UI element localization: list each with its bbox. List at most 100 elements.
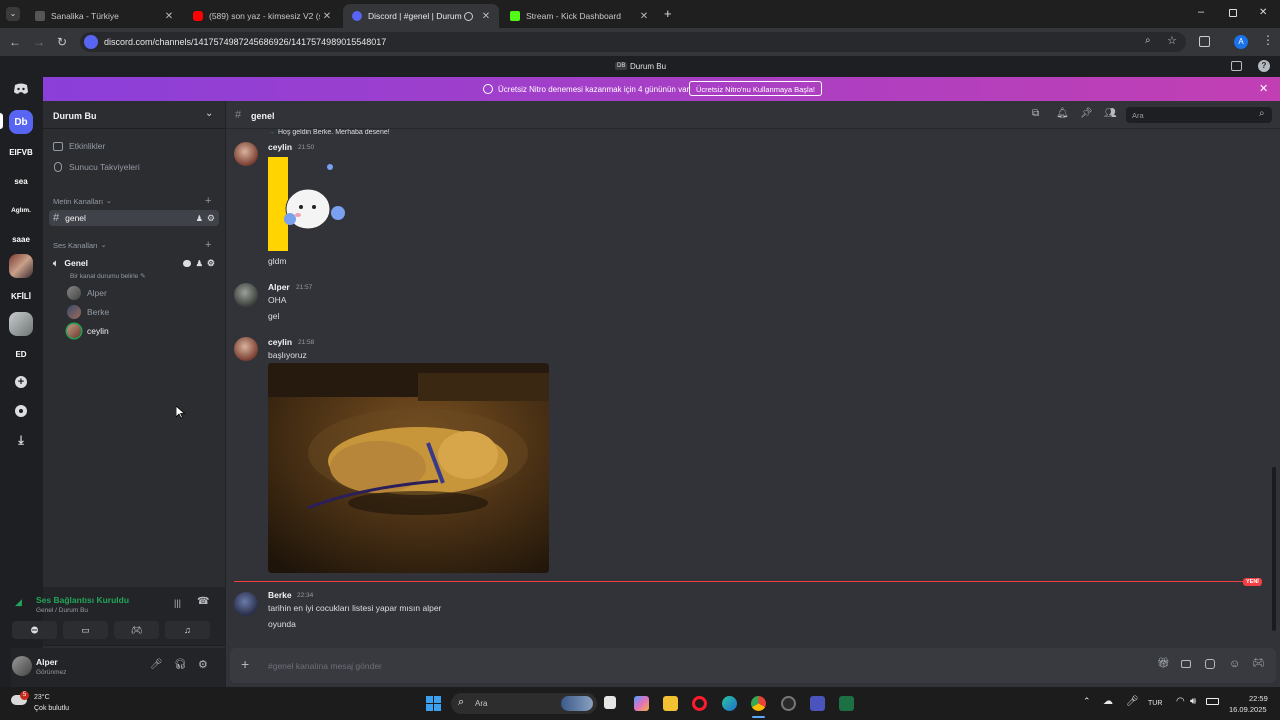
message-author[interactable]: Alper: [268, 282, 290, 292]
headphones-icon[interactable]: 🎧︎: [174, 659, 187, 670]
server-header[interactable]: Durum Bu ⌄: [43, 101, 225, 129]
message-author[interactable]: ceylin: [268, 142, 292, 152]
address-bar[interactable]: discord.com/channels/1417574987245686926…: [80, 32, 1186, 52]
discord-home-icon[interactable]: [9, 77, 33, 101]
close-tab-icon[interactable]: ✕: [479, 11, 493, 22]
minimize-button[interactable]: –: [1198, 6, 1204, 18]
channel-genel[interactable]: # genel ♟ ⚙: [49, 210, 219, 226]
add-server-icon[interactable]: +: [9, 370, 33, 394]
chat-bubble-icon[interactable]: [182, 259, 191, 267]
sticker-image[interactable]: [268, 157, 348, 251]
clock-time[interactable]: 22:59: [1249, 694, 1268, 703]
reload-button[interactable]: ↻: [55, 35, 69, 49]
message-input-placeholder[interactable]: #genel kanalına mesaj gönder: [268, 661, 382, 671]
excel-icon[interactable]: [839, 696, 854, 711]
attached-photo[interactable]: [268, 363, 549, 573]
text-channels-category[interactable]: Metin Kanalları ⌄: [53, 193, 223, 209]
pin-icon[interactable]: 📌︎: [1080, 108, 1093, 119]
teams-icon[interactable]: [810, 696, 825, 711]
voice-channels-category[interactable]: Ses Kanalları ⌄: [53, 237, 223, 253]
server-image-icon[interactable]: [9, 254, 33, 278]
server-durum-bu[interactable]: Db: [9, 110, 33, 134]
soundboard-button[interactable]: ♫: [165, 621, 210, 639]
file-explorer-icon[interactable]: [663, 696, 678, 711]
browser-tab-active[interactable]: Discord | #genel | Durum Bu ✕: [343, 4, 499, 28]
create-channel-icon[interactable]: +: [205, 239, 211, 251]
voice-location-text[interactable]: Genel / Durum Bu: [36, 607, 88, 614]
voice-status-text[interactable]: Ses Bağlantısı Kuruldu: [36, 595, 129, 605]
app-icon[interactable]: [781, 696, 796, 711]
sticker-icon[interactable]: [1205, 659, 1215, 669]
taskbar-search[interactable]: ⌕ Ara: [451, 693, 597, 714]
gif-icon[interactable]: [1181, 660, 1191, 668]
server-image-icon[interactable]: [9, 312, 33, 336]
screen-share-button[interactable]: ▭: [63, 621, 108, 639]
forward-button[interactable]: →: [32, 35, 46, 49]
voice-user[interactable]: Berke: [67, 304, 207, 320]
zoom-search-icon[interactable]: ⌕: [1145, 35, 1151, 46]
gift-icon[interactable]: 🎁︎: [1157, 658, 1170, 669]
close-tab-icon[interactable]: ✕: [162, 11, 176, 22]
inbox-icon[interactable]: [1231, 61, 1242, 71]
close-window-button[interactable]: ✕: [1259, 7, 1267, 18]
chrome-icon[interactable]: [751, 696, 766, 711]
server-icon[interactable]: saae: [9, 227, 33, 251]
avatar[interactable]: [234, 337, 258, 361]
threads-icon[interactable]: ⧉: [1032, 108, 1039, 119]
username[interactable]: Alper: [36, 657, 58, 667]
server-icon[interactable]: EIFVB: [9, 140, 33, 164]
chat-scrollbar[interactable]: [1272, 467, 1276, 631]
activities-button[interactable]: 🎮︎: [114, 621, 159, 639]
create-channel-icon[interactable]: +: [205, 195, 211, 207]
clock-date[interactable]: 16.09.2025: [1229, 705, 1267, 714]
copilot-icon[interactable]: [634, 696, 649, 711]
new-tab-button[interactable]: +: [664, 6, 672, 21]
wifi-icon[interactable]: ◠: [1176, 696, 1185, 707]
settings-gear-icon[interactable]: ⚙: [198, 658, 208, 671]
avatar[interactable]: [234, 142, 258, 166]
member-list-icon[interactable]: 👥︎: [1104, 108, 1117, 119]
avatar[interactable]: [12, 656, 32, 676]
message-author[interactable]: Berke: [268, 590, 292, 600]
tab-list-chevron-icon[interactable]: ⌄: [6, 7, 20, 21]
volume-icon[interactable]: 🔊︎: [1190, 696, 1196, 707]
close-tab-icon[interactable]: ✕: [320, 11, 334, 22]
voice-user[interactable]: Alper: [67, 285, 207, 301]
invite-icon[interactable]: ♟: [196, 214, 203, 223]
browser-tab[interactable]: Stream - Kick Dashboard ✕: [501, 4, 657, 28]
show-hidden-icons-chevron[interactable]: ⌃: [1083, 696, 1091, 707]
browser-tab[interactable]: (589) son yaz - kimsesiz V2 (slo ✕: [184, 4, 340, 28]
voice-channel-genel[interactable]: 🔈︎ Genel ♟ ⚙: [49, 255, 219, 271]
opera-icon[interactable]: [692, 696, 707, 711]
back-button[interactable]: ←: [8, 35, 22, 49]
gear-icon[interactable]: ⚙: [207, 213, 215, 224]
disconnect-icon[interactable]: ☎: [197, 596, 209, 607]
close-banner-icon[interactable]: ✕: [1259, 82, 1268, 95]
notification-bell-icon[interactable]: 🔔︎: [1056, 108, 1069, 119]
audio-playing-icon[interactable]: [464, 11, 473, 21]
discover-compass-icon[interactable]: [9, 399, 33, 423]
avatar[interactable]: [234, 283, 258, 307]
nitro-start-button[interactable]: Ücretsiz Nitro'nu Kullanmaya Başla!: [689, 81, 822, 96]
close-tab-icon[interactable]: ✕: [637, 11, 651, 22]
message-author[interactable]: ceylin: [268, 337, 292, 347]
server-icon[interactable]: KFİLİ: [9, 284, 33, 308]
microphone-icon[interactable]: 🎤︎: [150, 659, 163, 670]
weather-temp[interactable]: 23°C: [34, 694, 50, 701]
edge-icon[interactable]: [722, 696, 737, 711]
server-icon[interactable]: ED: [9, 342, 33, 366]
avatar[interactable]: [234, 592, 258, 616]
apps-gamepad-icon[interactable]: 🎮︎: [1252, 658, 1265, 669]
task-view-icon[interactable]: [604, 696, 616, 709]
profile-avatar[interactable]: A: [1234, 35, 1248, 49]
gear-icon[interactable]: ⚙: [207, 258, 215, 269]
noise-suppression-icon[interactable]: |||: [174, 598, 181, 608]
boosts-item[interactable]: Sunucu Takviyeleri: [49, 159, 219, 175]
extensions-icon[interactable]: [1199, 36, 1210, 47]
video-off-button[interactable]: ⛔︎: [12, 621, 57, 639]
menu-kebab-icon[interactable]: ⋮: [1262, 33, 1274, 47]
invite-icon[interactable]: ♟: [196, 259, 203, 268]
browser-tab[interactable]: Sanalika - Türkiye ✕: [26, 4, 182, 28]
bookmark-star-icon[interactable]: ☆: [1167, 34, 1177, 47]
language-indicator[interactable]: TUR: [1148, 700, 1162, 707]
